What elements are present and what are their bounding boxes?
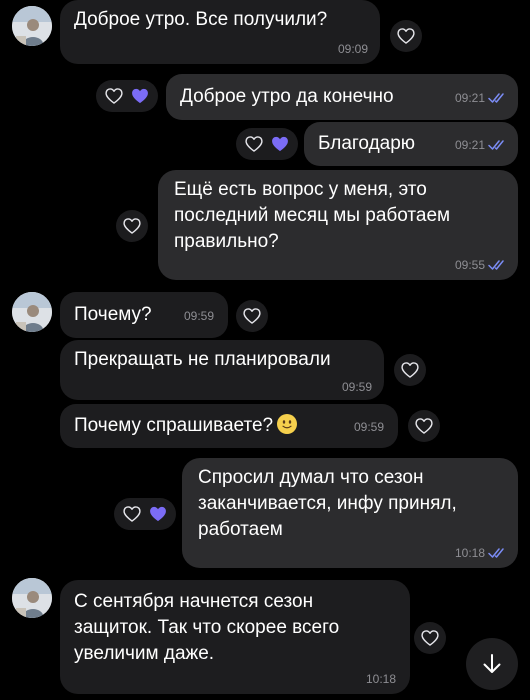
message-text-line: С сентября начнется сезон xyxy=(74,591,314,612)
avatar-image xyxy=(12,578,52,618)
message-time: 09:59 xyxy=(184,309,214,323)
message-bubble[interactable]: Доброе утро да конечно 09:21 xyxy=(166,74,518,120)
message-time: 09:21 xyxy=(455,91,508,105)
reaction-pill[interactable] xyxy=(96,80,158,112)
message-time: 09:59 xyxy=(342,380,372,394)
heart-outline-icon xyxy=(244,134,264,154)
message-text: Доброе утро да конечно xyxy=(180,86,394,107)
message-time: 09:09 xyxy=(338,42,368,56)
double-check-icon xyxy=(488,547,508,559)
message-time: 09:59 xyxy=(354,420,384,434)
avatar[interactable] xyxy=(12,6,52,46)
message-bubble[interactable]: Доброе утро. Все получили? 09:09 xyxy=(60,0,380,64)
time-label: 10:18 xyxy=(454,546,485,560)
message-text: Почему спрашиваете? xyxy=(74,414,298,438)
time-label: 09:09 xyxy=(337,42,368,56)
double-check-icon xyxy=(488,259,508,271)
heart-outline-icon xyxy=(400,360,420,380)
heart-outline-icon xyxy=(122,216,142,236)
message-bubble[interactable]: Прекращать не планировали 09:59 xyxy=(60,340,384,400)
message-time: 10:18 xyxy=(366,672,396,686)
message-time: 09:55 xyxy=(455,258,508,272)
message-bubble[interactable]: Почему? 09:59 xyxy=(60,292,228,338)
message-text: Почему? xyxy=(74,304,152,325)
message-text-line: защиток. Так что скорее всего xyxy=(74,617,340,638)
avatar[interactable] xyxy=(12,578,52,618)
message-bubble[interactable]: Ещё есть вопрос у меня, это последний ме… xyxy=(158,170,518,280)
heart-outline-icon xyxy=(414,416,434,436)
avatar-image xyxy=(12,292,52,332)
avatar-image xyxy=(12,6,52,46)
message-text-line: правильно? xyxy=(174,231,279,252)
avatar[interactable] xyxy=(12,292,52,332)
heart-outline-icon xyxy=(396,26,416,46)
smile-face-icon xyxy=(277,414,297,434)
message-text-line: Спросил думал что сезон xyxy=(198,467,424,488)
react-button[interactable] xyxy=(408,410,440,442)
react-button[interactable] xyxy=(414,622,446,654)
message-text-line: заканчивается, инфу принял, xyxy=(198,493,457,514)
time-label: 09:59 xyxy=(183,309,214,323)
message-bubble[interactable]: С сентября начнется сезон защиток. Так ч… xyxy=(60,580,410,694)
time-label: 09:59 xyxy=(341,380,372,394)
message-time: 09:21 xyxy=(455,138,508,152)
slightly-smiling-emoji xyxy=(277,414,298,434)
time-label: 10:18 xyxy=(365,672,396,686)
react-button[interactable] xyxy=(236,300,268,332)
message-text-line: работаем xyxy=(198,519,283,540)
message-bubble[interactable]: Спросил думал что сезон заканчивается, и… xyxy=(182,458,518,568)
message-text-line: увеличим даже. xyxy=(74,643,215,664)
time-label: 09:21 xyxy=(454,91,485,105)
time-label: 09:55 xyxy=(454,258,485,272)
double-check-icon xyxy=(488,139,508,151)
heart-filled-icon xyxy=(130,86,150,106)
react-button[interactable] xyxy=(116,210,148,242)
message-time: 10:18 xyxy=(455,546,508,560)
scroll-down-button[interactable] xyxy=(466,638,518,690)
heart-outline-icon xyxy=(420,628,440,648)
time-label: 09:21 xyxy=(454,138,485,152)
reaction-pill[interactable] xyxy=(236,128,298,160)
message-bubble[interactable]: Почему спрашиваете? 09:59 xyxy=(60,404,398,448)
message-text-line: Ещё есть вопрос у меня, это xyxy=(174,179,427,200)
heart-filled-icon xyxy=(270,134,290,154)
heart-filled-icon xyxy=(148,504,168,524)
reaction-pill[interactable] xyxy=(114,498,176,530)
react-button[interactable] xyxy=(394,354,426,386)
heart-outline-icon xyxy=(122,504,142,524)
message-text: Прекращать не планировали xyxy=(74,349,331,370)
message-text-line: последний месяц мы работаем xyxy=(174,205,451,226)
time-label: 09:59 xyxy=(353,420,384,434)
heart-outline-icon xyxy=(242,306,262,326)
react-button[interactable] xyxy=(390,20,422,52)
message-text: Благодарю xyxy=(318,133,416,154)
message-bubble[interactable]: Благодарю 09:21 xyxy=(304,122,518,166)
arrow-down-icon xyxy=(483,654,501,673)
double-check-icon xyxy=(488,92,508,104)
heart-outline-icon xyxy=(104,86,124,106)
message-text-label: Почему спрашиваете? xyxy=(74,415,274,436)
message-text: Доброе утро. Все получили? xyxy=(74,9,328,30)
